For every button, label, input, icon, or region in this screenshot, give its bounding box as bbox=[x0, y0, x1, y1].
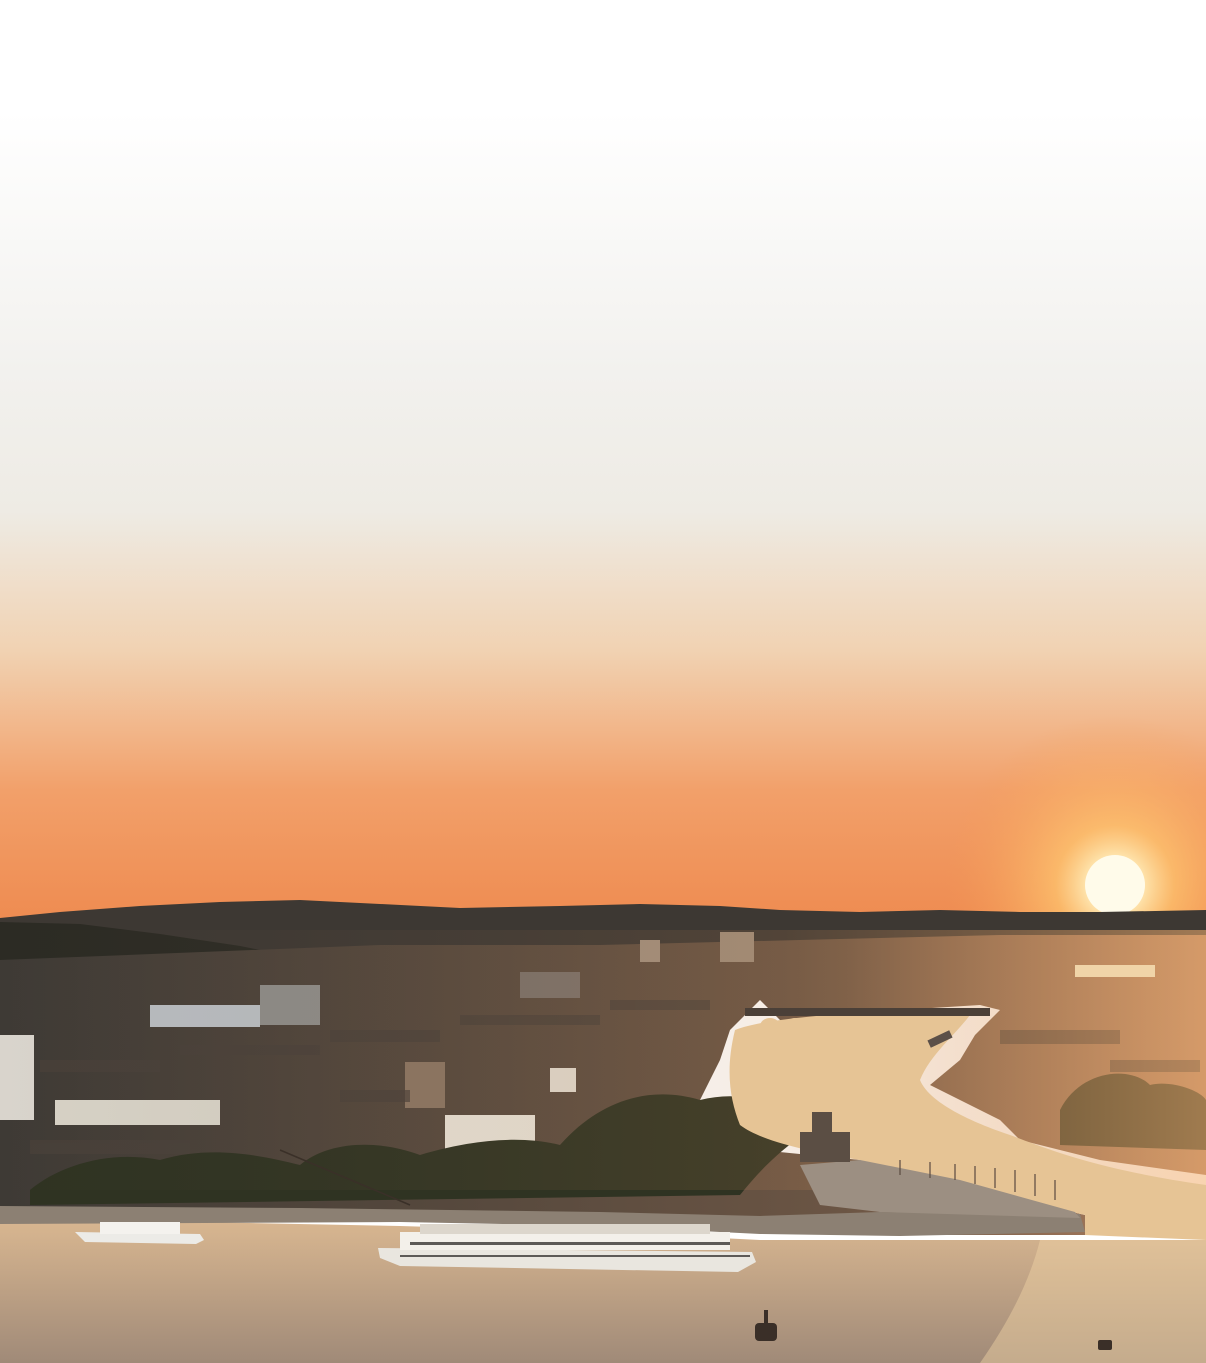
river-cruise-ship bbox=[378, 1224, 756, 1272]
sun bbox=[1085, 855, 1145, 915]
photo-canvas bbox=[0, 0, 1206, 1363]
photo-scene bbox=[0, 0, 1206, 1363]
distant-river bbox=[1075, 965, 1155, 977]
